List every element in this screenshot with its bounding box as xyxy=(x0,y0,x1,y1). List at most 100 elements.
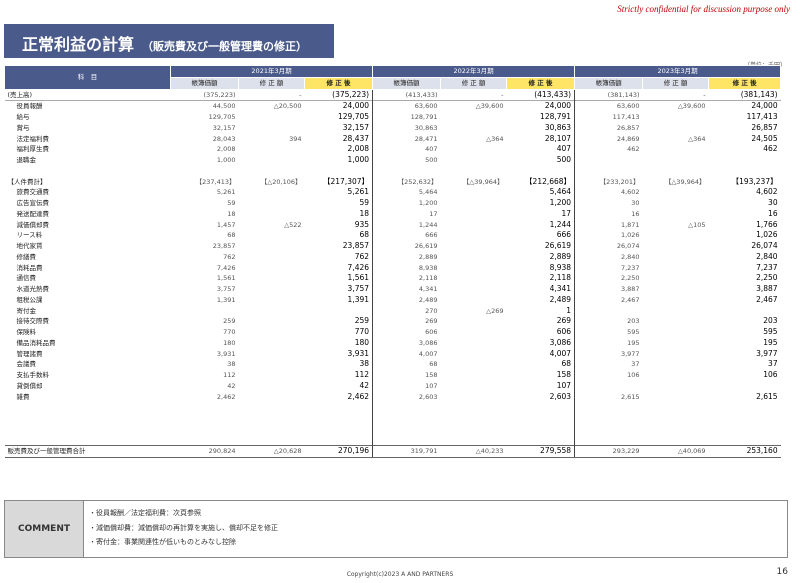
book-value-cell: 3,757 xyxy=(216,285,236,293)
book-value-cell xyxy=(373,424,441,435)
book-value-cell: 500 xyxy=(425,156,438,164)
book-value-cell: 24,869 xyxy=(616,134,640,143)
comment-line: ・寄付金：事業関連性が低いものとみなし控除 xyxy=(89,538,236,546)
book-value-cell: 38 xyxy=(227,360,236,369)
adjustment-cell xyxy=(239,252,305,263)
adjustment-cell xyxy=(239,112,305,123)
adjustment-cell xyxy=(441,349,507,360)
adjustment-cell xyxy=(643,359,709,370)
book-value-cell: 129,705 xyxy=(208,113,236,121)
book-value-cell: 407 xyxy=(425,145,438,154)
adjusted-value-cell: 4,007 xyxy=(506,348,576,360)
adjusted-value-cell xyxy=(506,423,576,435)
adjusted-value-cell: 3,086 xyxy=(506,337,576,349)
adjusted-value-cell: 68 xyxy=(304,230,374,241)
book-value-cell: (375,223) xyxy=(203,90,236,99)
adjusted-value-cell xyxy=(506,165,576,177)
book-value-cell xyxy=(171,306,239,317)
adjustment-cell xyxy=(239,273,305,284)
row-label: 減価償却費 xyxy=(16,220,50,229)
adjusted-value-cell: 1,026 xyxy=(756,230,778,240)
item-column-header: 科 目 xyxy=(4,65,171,90)
book-value-cell: 63,600 xyxy=(574,100,643,112)
adjustment-cell: 【△20,106】 xyxy=(260,177,302,186)
adjusted-value-cell: 3,931 xyxy=(304,348,374,360)
row-label: 広告宣伝費 xyxy=(16,199,50,207)
row-label: 消耗品費 xyxy=(16,263,43,272)
adjusted-value-cell: 42 xyxy=(304,380,374,392)
book-value-cell xyxy=(575,413,643,424)
adjusted-value-cell: 26,074 xyxy=(751,241,778,250)
adjustment-cell: 【△39,964】 xyxy=(462,177,504,186)
adjusted-value-header: 修 正 後 xyxy=(303,76,374,90)
adjustment-cell xyxy=(239,230,305,241)
book-value-cell: 26,619 xyxy=(414,242,438,250)
book-value-header: 帳簿価額 xyxy=(170,76,239,90)
adjustment-cell xyxy=(239,155,305,166)
adjustment-cell xyxy=(239,392,305,403)
adjustment-cell: - xyxy=(501,90,504,99)
book-value-cell: 107 xyxy=(425,381,438,390)
book-value-cell: 269 xyxy=(425,317,438,326)
adjustment-cell xyxy=(441,402,507,413)
adjusted-value-header: 修 正 後 xyxy=(506,76,576,90)
book-value-cell: 30,863 xyxy=(414,123,438,132)
adjusted-value-cell: 23,857 xyxy=(304,241,374,252)
adjustment-cell xyxy=(643,284,709,295)
adjusted-value-cell: 106 xyxy=(763,370,778,379)
book-value-cell: 3,887 xyxy=(620,285,640,293)
sga-adjustment-table: 科 目 2021年3月期 2022年3月期 2023年3月期 帳簿価額 修 正 … xyxy=(4,65,782,458)
table-row: 修繕費 762 762 2,889 2,889 2,840 2,840 xyxy=(5,251,781,263)
book-value-cell: 595 xyxy=(627,328,640,336)
table-row: 発送配達費 18 18 17 17 16 16 xyxy=(5,208,781,220)
adjusted-value-cell: 2,615 xyxy=(756,391,778,401)
adjusted-value-cell: 112 xyxy=(304,370,374,381)
adjustment-cell: △39,600 xyxy=(642,100,709,112)
book-value-cell: 2,615 xyxy=(620,392,640,401)
table-row: 福利厚生費 2,008 2,008 407 407 462 462 xyxy=(5,144,781,155)
adjusted-value-cell: 180 xyxy=(304,337,374,349)
row-label: 接待交際費 xyxy=(16,317,50,326)
table-row: 旅費交通費 5,261 5,261 5,464 5,464 4,602 4,602 xyxy=(5,187,781,198)
adjusted-value-cell: 8,938 xyxy=(506,262,576,274)
adjusted-value-cell: 407 xyxy=(506,144,576,155)
row-label: 役員報酬 xyxy=(4,100,171,112)
adjustment-cell xyxy=(239,424,305,435)
adjustment-cell xyxy=(239,316,305,327)
book-value-cell: 1,457 xyxy=(216,220,236,229)
table-row: 役員報酬 44,500 △20,500 24,000 63,600 △39,600 24,0… xyxy=(4,100,781,112)
row-label: 販売費及び一般管理費合計 xyxy=(4,445,171,458)
adjusted-value-cell: 4,341 xyxy=(506,284,576,295)
table-row: 地代家賃 23,857 23,857 26,619 26,619 26,074 26,074 xyxy=(5,241,781,252)
book-value-cell: 606 xyxy=(425,328,438,336)
adjusted-value-cell xyxy=(709,306,781,317)
adjustment-cell: △39,600 xyxy=(440,100,507,112)
adjustment-cell xyxy=(239,295,305,306)
adjustment-cell xyxy=(643,252,709,263)
adjustment-cell xyxy=(643,424,709,435)
book-value-cell: 2,840 xyxy=(620,252,640,261)
book-value-cell xyxy=(373,413,441,424)
adjusted-value-cell: 26,619 xyxy=(506,241,576,252)
adjusted-value-cell xyxy=(709,402,781,413)
adjustment-cell xyxy=(239,187,305,198)
table-row xyxy=(5,413,781,424)
adjusted-value-cell: 2,489 xyxy=(506,294,576,306)
book-value-cell: 1,026 xyxy=(620,231,640,240)
row-label: 退職金 xyxy=(16,156,37,164)
adjustment-cell: △40,069 xyxy=(642,445,709,458)
table-row: 水道光熱費 3,757 3,757 4,341 4,341 3,887 3,887 xyxy=(5,284,781,295)
adjusted-value-cell: (413,433) xyxy=(506,89,576,101)
adjustment-cell xyxy=(441,252,507,263)
adjusted-value-cell: 28,107 xyxy=(506,133,576,145)
page-title-banner: 正常利益の計算 （販売費及び一般管理費の修正） xyxy=(4,24,334,58)
adjustment-cell xyxy=(643,273,709,284)
page-number: 16 xyxy=(776,567,788,577)
adjusted-value-cell: 2,462 xyxy=(304,391,374,403)
adjusted-value-cell: 595 xyxy=(763,327,778,336)
book-value-cell: 37 xyxy=(631,360,640,369)
book-value-cell: 2,603 xyxy=(418,392,438,401)
row-label: 管理諸費 xyxy=(16,349,43,358)
adjusted-value-cell: 17 xyxy=(506,208,576,220)
adjusted-value-cell: 270,196 xyxy=(304,445,374,458)
